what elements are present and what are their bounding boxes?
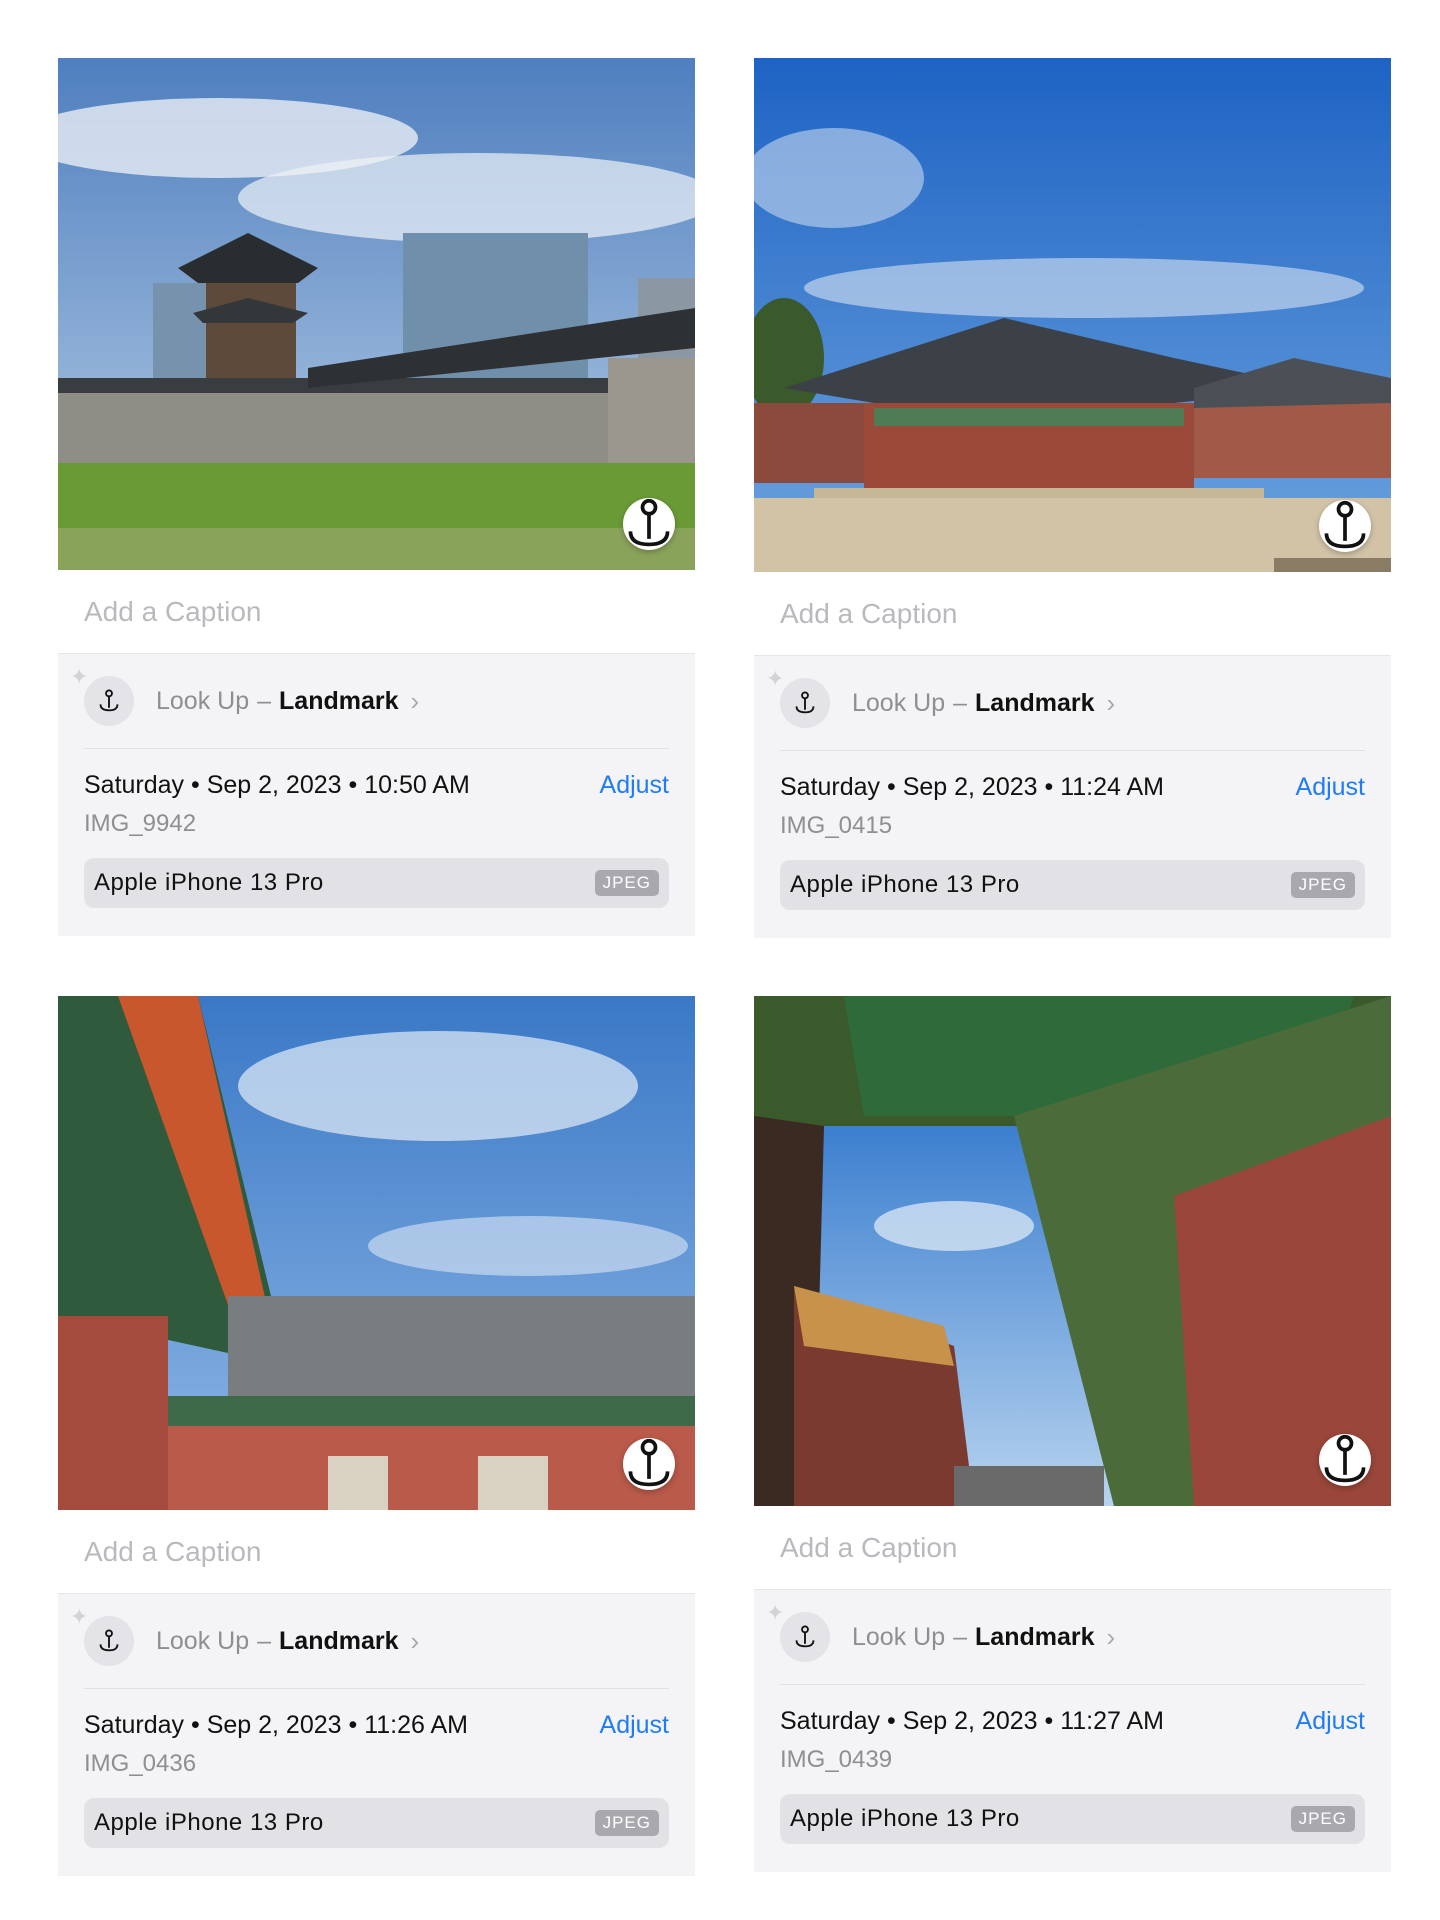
photo-info-card-2: Add a Caption ✦ Look Up – Landmark › Sat…: [754, 58, 1391, 938]
landmark-lookup-icon: [99, 689, 119, 712]
photo-palace-hall[interactable]: [754, 58, 1391, 572]
lookup-prefix: Look Up: [156, 686, 250, 715]
file-name: IMG_0439: [780, 1746, 893, 1773]
lookup-subject: Landmark: [975, 1622, 1095, 1651]
visual-lookup-badge[interactable]: [623, 1438, 675, 1490]
device-bar: Apple iPhone 13 Pro JPEG: [780, 860, 1365, 910]
info-panel: ✦ Look Up – Landmark › Saturday • Sep 2,…: [58, 1594, 695, 1876]
caption-field[interactable]: Add a Caption: [58, 1510, 695, 1594]
lookup-dash: –: [953, 1622, 968, 1651]
capture-date: Saturday • Sep 2, 2023 • 11:26 AM: [84, 1711, 468, 1739]
caption-field[interactable]: Add a Caption: [58, 570, 695, 654]
landmark-lookup-icon: [795, 691, 815, 714]
adjust-button[interactable]: Adjust: [1296, 773, 1365, 802]
device-bar: Apple iPhone 13 Pro JPEG: [84, 1798, 669, 1848]
adjust-button[interactable]: Adjust: [600, 771, 669, 800]
landmark-lookup-icon: [628, 1438, 670, 1487]
adjust-button[interactable]: Adjust: [600, 1711, 669, 1740]
landmark-lookup-icon: [795, 1625, 815, 1648]
capture-date: Saturday • Sep 2, 2023 • 11:27 AM: [780, 1707, 1164, 1735]
adjust-button[interactable]: Adjust: [1296, 1707, 1365, 1736]
capture-date: Saturday • Sep 2, 2023 • 10:50 AM: [84, 771, 470, 799]
visual-lookup-badge[interactable]: [1319, 500, 1371, 552]
lookup-icon-circle: ✦: [766, 666, 830, 728]
lookup-landmark-row[interactable]: ✦ Look Up – Landmark ›: [70, 1594, 669, 1689]
visual-lookup-badge[interactable]: [1319, 1434, 1371, 1486]
device-name: Apple iPhone 13 Pro: [94, 1809, 324, 1836]
date-row: Saturday • Sep 2, 2023 • 10:50 AM Adjust: [84, 771, 669, 800]
format-badge: JPEG: [1290, 872, 1355, 898]
date-row: Saturday • Sep 2, 2023 • 11:24 AM Adjust: [780, 773, 1365, 802]
caption-field[interactable]: Add a Caption: [754, 1506, 1391, 1590]
photo-image: [58, 996, 695, 1510]
landmark-lookup-icon: [99, 1629, 119, 1652]
lookup-subject: Landmark: [279, 1626, 399, 1655]
photo-image: [754, 58, 1391, 572]
lookup-landmark-row[interactable]: ✦ Look Up – Landmark ›: [766, 656, 1365, 751]
info-panel: ✦ Look Up – Landmark › Saturday • Sep 2,…: [754, 1590, 1391, 1872]
lookup-subject: Landmark: [279, 686, 399, 715]
format-badge: JPEG: [1290, 1806, 1355, 1832]
chevron-right-icon: ›: [1106, 1621, 1116, 1652]
date-row: Saturday • Sep 2, 2023 • 11:26 AM Adjust: [84, 1711, 669, 1740]
caption-field[interactable]: Add a Caption: [754, 572, 1391, 656]
lookup-dash: –: [257, 686, 272, 715]
lookup-dash: –: [257, 1626, 272, 1655]
photo-info-card-1: Add a Caption ✦ Look Up – Landmark › Sat…: [58, 58, 695, 936]
device-bar: Apple iPhone 13 Pro JPEG: [780, 1794, 1365, 1844]
file-name: IMG_0415: [780, 812, 893, 839]
photo-corridor-view[interactable]: [754, 996, 1391, 1506]
info-panel: ✦ Look Up – Landmark › Saturday • Sep 2,…: [58, 654, 695, 936]
file-name: IMG_9942: [84, 810, 197, 837]
format-badge: JPEG: [594, 870, 659, 896]
file-name: IMG_0436: [84, 1750, 197, 1777]
sparkle-icon: ✦: [70, 664, 89, 689]
date-row: Saturday • Sep 2, 2023 • 11:27 AM Adjust: [780, 1707, 1365, 1736]
lookup-prefix: Look Up: [156, 1626, 250, 1655]
lookup-dash: –: [953, 688, 968, 717]
landmark-lookup-icon: [628, 498, 670, 547]
visual-lookup-badge[interactable]: [623, 498, 675, 550]
lookup-prefix: Look Up: [852, 1622, 946, 1651]
lookup-subject: Landmark: [975, 688, 1095, 717]
photo-gate-wall[interactable]: [58, 58, 695, 570]
lookup-landmark-row[interactable]: ✦ Look Up – Landmark ›: [766, 1590, 1365, 1685]
landmark-lookup-icon: [1324, 1434, 1366, 1483]
sparkle-icon: ✦: [766, 1600, 785, 1625]
lookup-landmark-row[interactable]: ✦ Look Up – Landmark ›: [70, 654, 669, 749]
info-panel: ✦ Look Up – Landmark › Saturday • Sep 2,…: [754, 656, 1391, 938]
format-badge: JPEG: [594, 1810, 659, 1836]
chevron-right-icon: ›: [1106, 687, 1116, 718]
device-name: Apple iPhone 13 Pro: [94, 869, 324, 896]
chevron-right-icon: ›: [410, 1625, 420, 1656]
device-name: Apple iPhone 13 Pro: [790, 1805, 1020, 1832]
lookup-icon-circle: ✦: [70, 1604, 134, 1666]
sparkle-icon: ✦: [766, 666, 785, 691]
lookup-icon-circle: ✦: [766, 1600, 830, 1662]
lookup-prefix: Look Up: [852, 688, 946, 717]
device-name: Apple iPhone 13 Pro: [790, 871, 1020, 898]
photo-image: [754, 996, 1391, 1506]
capture-date: Saturday • Sep 2, 2023 • 11:24 AM: [780, 773, 1164, 801]
photo-info-card-4: Add a Caption ✦ Look Up – Landmark › Sat…: [754, 996, 1391, 1872]
lookup-icon-circle: ✦: [70, 664, 134, 726]
photo-eaves-sky[interactable]: [58, 996, 695, 1510]
photo-image: [58, 58, 695, 570]
chevron-right-icon: ›: [410, 685, 420, 716]
photo-info-card-3: Add a Caption ✦ Look Up – Landmark › Sat…: [58, 996, 695, 1876]
device-bar: Apple iPhone 13 Pro JPEG: [84, 858, 669, 908]
sparkle-icon: ✦: [70, 1604, 89, 1629]
landmark-lookup-icon: [1324, 500, 1366, 549]
